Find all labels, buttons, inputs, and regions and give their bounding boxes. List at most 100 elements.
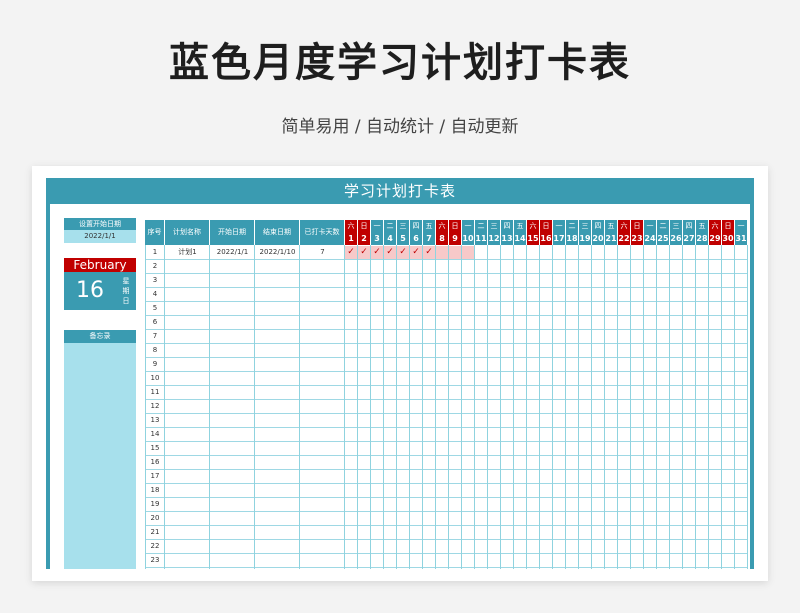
grid-line: [145, 483, 748, 484]
row-number: 19: [150, 500, 160, 508]
day-header: 2: [358, 232, 371, 245]
grid-line: [734, 245, 735, 569]
grid-line: [145, 399, 748, 400]
day-header: 20: [592, 232, 605, 245]
checkin-cell[interactable]: ✓: [345, 246, 357, 259]
table-cell[interactable]: 2022/1/10: [255, 245, 300, 259]
weekday-header: 一: [735, 220, 748, 232]
grid-line: [669, 245, 670, 569]
current-day: 16: [64, 272, 116, 310]
row-number: 21: [150, 528, 160, 536]
grid-line: [145, 497, 748, 498]
grid-line: [145, 539, 748, 540]
grid-line: [145, 441, 748, 442]
table-cell[interactable]: 7: [300, 245, 345, 259]
row-number: 2: [152, 262, 158, 270]
row-number: 8: [152, 346, 158, 354]
weekday-header: 四: [410, 220, 423, 232]
day-header: 29: [709, 232, 722, 245]
row-number: 18: [150, 486, 160, 494]
weekday-char: 期: [122, 287, 130, 295]
grid-line: [145, 315, 748, 316]
day-header: 25: [657, 232, 670, 245]
grid-line: [145, 385, 748, 386]
grid-line: [474, 245, 475, 569]
row-number: 12: [150, 402, 160, 410]
column-header: 序号: [145, 220, 165, 245]
grid-line: [682, 245, 683, 569]
grid-line: [591, 245, 592, 569]
row-number: 20: [150, 514, 160, 522]
grid-line: [565, 245, 566, 569]
day-header: 7: [423, 232, 436, 245]
checkin-cell[interactable]: [436, 246, 448, 259]
page-title: 蓝色月度学习计划打卡表: [169, 40, 631, 86]
weekday-char: 日: [122, 297, 130, 305]
checkin-cell[interactable]: ✓: [358, 246, 370, 259]
checkin-cell[interactable]: ✓: [423, 246, 435, 259]
weekday-header: 五: [514, 220, 527, 232]
grid-line: [145, 287, 748, 288]
row-number: 4: [152, 290, 158, 298]
checkin-cell[interactable]: [449, 246, 461, 259]
checkin-cell[interactable]: [462, 246, 474, 259]
weekday-header: 一: [553, 220, 566, 232]
grid-line: [299, 245, 300, 569]
sheet-banner: 学习计划打卡表: [50, 178, 750, 204]
sheet-card: 学习计划打卡表 设置开始日期 2022/1/1 February 16 星 期 …: [32, 166, 768, 581]
grid-line: [145, 413, 748, 414]
row-number: 23: [150, 556, 160, 564]
grid-line: [383, 245, 384, 569]
grid-line: [145, 455, 748, 456]
weekday-header: 二: [657, 220, 670, 232]
weekday-header: 四: [501, 220, 514, 232]
weekday-header: 五: [696, 220, 709, 232]
grid-line: [357, 245, 358, 569]
day-header: 31: [735, 232, 748, 245]
table-cell[interactable]: 计划1: [165, 245, 210, 259]
day-header: 8: [436, 232, 449, 245]
weekday-header: 二: [475, 220, 488, 232]
grid-line: [500, 245, 501, 569]
grid-line: [448, 245, 449, 569]
row-number: 5: [152, 304, 158, 312]
weekday-header: 三: [579, 220, 592, 232]
table-cell[interactable]: 1: [145, 245, 165, 259]
weekday-header: 一: [371, 220, 384, 232]
grid-line: [643, 245, 644, 569]
row-number: 6: [152, 318, 158, 326]
day-header: 14: [514, 232, 527, 245]
grid-line: [409, 245, 410, 569]
row-number: 9: [152, 360, 158, 368]
weekday-header: 二: [384, 220, 397, 232]
checkin-cell[interactable]: ✓: [384, 246, 396, 259]
row-number: 11: [150, 388, 160, 396]
start-date-input[interactable]: 2022/1/1: [64, 230, 136, 243]
row-number: 15: [150, 444, 160, 452]
checkin-cell[interactable]: ✓: [410, 246, 422, 259]
weekday-header: 三: [397, 220, 410, 232]
weekday-header: 五: [605, 220, 618, 232]
day-header: 18: [566, 232, 579, 245]
day-header: 30: [722, 232, 735, 245]
row-number: 3: [152, 276, 158, 284]
sheet-frame: 学习计划打卡表 设置开始日期 2022/1/1 February 16 星 期 …: [46, 178, 754, 569]
day-header: 24: [644, 232, 657, 245]
checkin-cell[interactable]: ✓: [371, 246, 383, 259]
day-header: 10: [462, 232, 475, 245]
current-weekday: 星 期 日: [116, 272, 136, 310]
checkin-cell[interactable]: ✓: [397, 246, 409, 259]
grid-line: [435, 245, 436, 569]
weekday-header: 日: [358, 220, 371, 232]
row-number: 22: [150, 542, 160, 550]
day-header: 22: [618, 232, 631, 245]
weekday-header: 日: [631, 220, 644, 232]
grid-line: [145, 553, 748, 554]
grid-line: [145, 371, 748, 372]
weekday-header: 三: [488, 220, 501, 232]
table-cell[interactable]: 2022/1/1: [210, 245, 255, 259]
day-header: 4: [384, 232, 397, 245]
memo-textarea[interactable]: [64, 343, 136, 569]
weekday-header: 二: [566, 220, 579, 232]
row-number: 17: [150, 472, 160, 480]
